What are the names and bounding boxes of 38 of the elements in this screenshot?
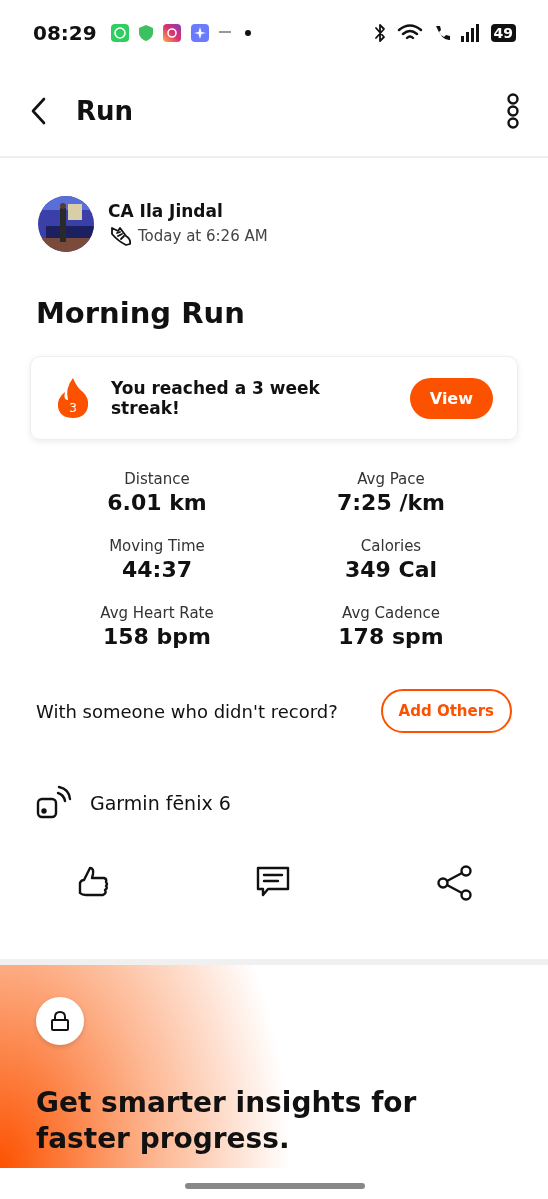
signal-icon [460,24,481,42]
wifi-icon [396,24,423,42]
bluetooth-icon [372,23,387,43]
battery-level: 49 [490,24,516,42]
page-title: Run [76,96,135,126]
chat-app-icon [110,24,129,42]
camera-app-icon [162,24,181,42]
stat-label: Distance [124,470,190,488]
view-button[interactable]: View [409,377,493,419]
shield-icon [138,25,153,41]
more-button[interactable] [506,93,520,129]
stat-label: Avg Heart Rate [100,604,214,622]
shoe-icon [108,225,132,247]
star-app-icon [190,24,209,42]
stat-label: Avg Pace [357,470,425,488]
status-time: 08:29 [33,21,97,45]
dot-icon [244,30,251,36]
stat-label: Avg Cadence [342,604,440,622]
stat-value: 6.01 km [107,490,207,515]
activity-title: Morning Run [36,296,246,330]
stat-value: 158 bpm [103,624,211,649]
stat-value: 349 Cal [344,557,438,582]
lock-icon [50,1010,70,1032]
streak-count: 3 [69,401,77,415]
athlete-name[interactable]: CA Ila Jindal [108,201,268,221]
streak-message: You reached a 3 week streak! [111,378,321,418]
back-button[interactable] [30,97,46,125]
activity-time: Today at 6:26 AM [138,227,268,245]
device-signal-icon [36,785,72,821]
stat-value: 7:25 /km [337,490,445,515]
promo-title: Get smarter insights for faster progress. [36,1085,418,1157]
add-others-button[interactable]: Add Others [380,689,512,733]
record-prompt: With someone who didn't record? [36,700,338,722]
device-name: Garmin fēnix 6 [90,792,231,814]
stat-value: 178 spm [338,624,444,649]
stat-value: 44:37 [122,557,192,582]
stat-label: Moving Time [109,537,205,555]
stat-label: Calories [360,537,422,555]
